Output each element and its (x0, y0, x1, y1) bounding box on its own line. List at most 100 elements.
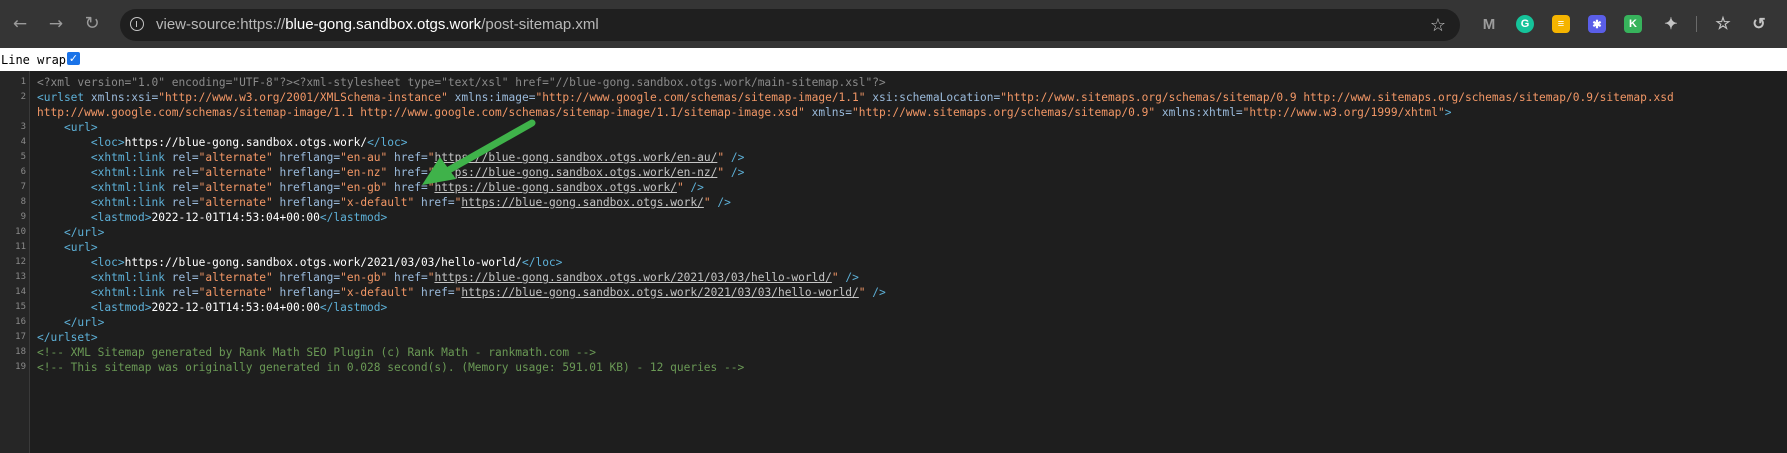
line-wrap-checkbox[interactable]: ✓ (67, 52, 80, 65)
source-view: 1 <?xml version="1.0" encoding="UTF-8"?><… (0, 71, 1787, 453)
toolbar-divider (1696, 16, 1697, 32)
line-code: <xhtml:link rel="alternate" hreflang="x-… (37, 285, 886, 300)
code-token: 2022-12-01T14:53:04+00:00 (151, 211, 320, 224)
source-link[interactable]: https://blue-gong.sandbox.otgs.work/ (461, 196, 703, 209)
line-number: 12 (15, 257, 26, 267)
code-token: <xhtml:link (90, 271, 172, 284)
code-token: /> (724, 166, 745, 179)
code-token: </url> (63, 226, 105, 239)
line-number: 4 (20, 137, 26, 147)
code-token: rel= (171, 196, 199, 209)
code-token: hreflang= (279, 271, 341, 284)
code-token: "alternate" (198, 286, 280, 299)
code-token: "http://www.w3.org/1999/xhtml" (1242, 106, 1445, 119)
browser-toolbar: ← → ↻ view-source:https://blue-gong.sand… (0, 0, 1787, 48)
code-token: <lastmod> (90, 301, 152, 314)
green-arrow-annotation (422, 119, 536, 185)
code-token: "alternate" (198, 196, 280, 209)
code-token: <lastmod> (90, 211, 152, 224)
code-token: "en-nz" (340, 166, 395, 179)
code-token: </url> (63, 316, 105, 329)
code-token: "en-gb" (340, 271, 395, 284)
line-code: <urlset xmlns:xsi="http://www.w3.org/200… (37, 90, 1674, 105)
line-code: </url> (37, 315, 104, 330)
code-token: xmlns:xsi= (90, 91, 159, 104)
code-token: "http://www.google.com/schemas/sitemap-i… (535, 91, 873, 104)
forward-arrow-icon[interactable]: → (44, 12, 68, 36)
puzzle-extensions-icon[interactable]: ✦ (1662, 15, 1680, 33)
line-number: 13 (15, 272, 26, 282)
line-number: 5 (20, 152, 26, 162)
code-token: /> (838, 271, 859, 284)
url-path: /post-sitemap.xml (481, 16, 599, 33)
code-token: hreflang= (279, 151, 341, 164)
line-number: 10 (15, 227, 26, 237)
code-token: /> (710, 196, 731, 209)
malwarebytes-icon[interactable]: M (1480, 15, 1498, 33)
code-token: hreflang= (279, 166, 341, 179)
bookmark-star-icon[interactable]: ☆ (1430, 15, 1446, 36)
line-code: <url> (37, 240, 98, 255)
code-token: "alternate" (198, 151, 280, 164)
source-link[interactable]: https://blue-gong.sandbox.otgs.work/2021… (461, 286, 858, 299)
code-token: <?xml version="1.0" encoding="UTF-8"?><?… (37, 76, 886, 89)
code-token: <!-- XML Sitemap generated by Rank Math … (37, 346, 597, 359)
line-code: <!-- This sitemap was originally generat… (37, 360, 744, 375)
line-code: <lastmod>2022-12-01T14:53:04+00:00</last… (37, 210, 387, 225)
line-number: 6 (20, 167, 26, 177)
line-code: <url> (37, 120, 98, 135)
history-icon[interactable]: ↺ (1750, 15, 1768, 33)
code-token: xmlns= (811, 106, 852, 119)
address-bar[interactable]: view-source:https://blue-gong.sandbox.ot… (120, 9, 1460, 41)
line-code: <xhtml:link rel="alternate" hreflang="en… (37, 270, 859, 285)
code-token: https://blue-gong.sandbox.otgs.work/2021… (124, 256, 522, 269)
code-token: </urlset> (37, 331, 98, 344)
code-token: rel= (171, 151, 199, 164)
line-code: <lastmod>2022-12-01T14:53:04+00:00</last… (37, 300, 387, 315)
line-code: http://www.google.com/schemas/sitemap-im… (37, 105, 1452, 120)
code-token: "http://www.w3.org/2001/XMLSchema-instan… (158, 91, 455, 104)
code-token: rel= (171, 271, 199, 284)
code-token: <xhtml:link (90, 166, 172, 179)
code-token: <xhtml:link (90, 286, 172, 299)
k-extension-icon[interactable]: K (1624, 15, 1642, 33)
code-token: " (703, 196, 711, 209)
code-token: 2022-12-01T14:53:04+00:00 (151, 301, 320, 314)
notes-extension-icon[interactable]: ≡ (1552, 15, 1570, 33)
code-token: "x-default" (340, 286, 421, 299)
line-number: 19 (15, 362, 26, 372)
code-token: rel= (171, 166, 199, 179)
grammarly-icon[interactable]: G (1516, 15, 1534, 33)
code-token: <xhtml:link (90, 151, 172, 164)
code-token: <loc> (90, 256, 125, 269)
gear-extension-icon[interactable]: ✱ (1588, 15, 1606, 33)
code-token: <xhtml:link (90, 181, 172, 194)
code-token: </loc> (521, 256, 563, 269)
reload-icon[interactable]: ↻ (80, 12, 104, 36)
bookmarks-star-icon[interactable]: ☆ (1714, 14, 1732, 33)
line-code: <loc>https://blue-gong.sandbox.otgs.work… (37, 255, 563, 270)
code-token: "x-default" (340, 196, 421, 209)
code-token: "en-au" (340, 151, 395, 164)
url-text[interactable]: view-source:https://blue-gong.sandbox.ot… (156, 16, 599, 33)
code-token: </loc> (367, 136, 408, 149)
code-token: "alternate" (198, 166, 280, 179)
line-number: 8 (20, 197, 26, 207)
source-link[interactable]: https://blue-gong.sandbox.otgs.work/2021… (434, 271, 831, 284)
code-token: <url> (63, 121, 98, 134)
line-number: 2 (20, 92, 26, 102)
code-token: href= (420, 196, 455, 209)
back-arrow-icon[interactable]: ← (8, 12, 32, 36)
code-token: <urlset (37, 91, 91, 104)
site-info-icon[interactable] (130, 17, 144, 31)
